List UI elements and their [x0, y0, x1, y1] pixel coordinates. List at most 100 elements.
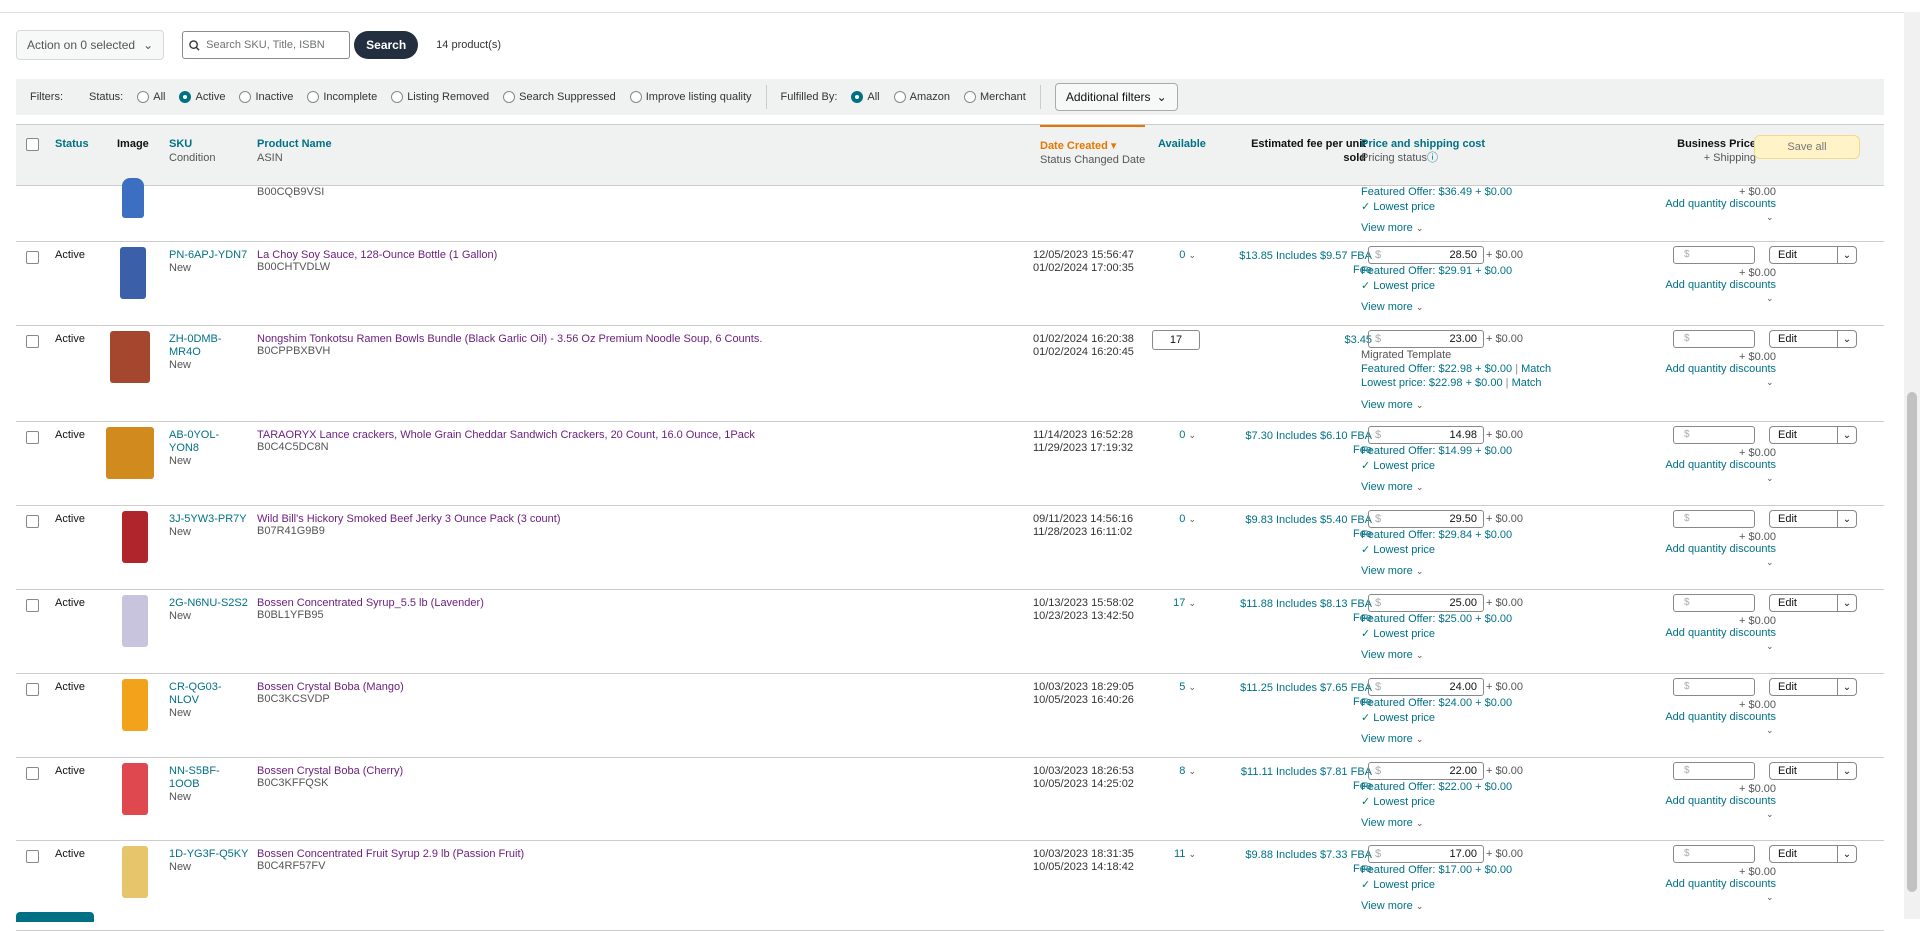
row-checkbox[interactable]	[26, 335, 39, 348]
business-price-input[interactable]: $	[1673, 330, 1755, 348]
add-quantity-discounts[interactable]: Add quantity discounts	[1616, 795, 1776, 807]
match-link[interactable]: Match	[1512, 377, 1542, 389]
product-name-link[interactable]: Nongshim Tonkotsu Ramen Bowls Bundle (Bl…	[257, 333, 1037, 345]
status-option-incomplete[interactable]: Incomplete	[301, 91, 377, 104]
bottom-button[interactable]	[16, 912, 94, 922]
sku-link[interactable]: CR-QG03-NLOV	[169, 681, 249, 707]
chevron-down-icon[interactable]: ⌄	[1837, 511, 1856, 527]
sku-link[interactable]: NN-S5BF-1OOB	[169, 765, 249, 791]
product-image[interactable]	[122, 763, 148, 815]
business-price-input[interactable]: $	[1673, 510, 1755, 528]
sku-link[interactable]: ZH-0DMB-MR4O	[169, 333, 249, 359]
view-more-link[interactable]: View more ⌄	[1361, 565, 1423, 577]
add-quantity-discounts[interactable]: Add quantity discounts	[1616, 627, 1776, 639]
chevron-down-icon[interactable]: ⌄	[1766, 641, 1774, 652]
info-icon[interactable]: ⓘ	[1427, 152, 1438, 164]
bulk-action-dropdown[interactable]: Action on 0 selected ⌄	[16, 30, 165, 60]
header-sku[interactable]: SKU Condition	[169, 137, 215, 165]
price-input[interactable]: $17.00	[1368, 845, 1484, 863]
product-name-link[interactable]: Wild Bill's Hickory Smoked Beef Jerky 3 …	[257, 513, 1037, 525]
price-input[interactable]: $22.00	[1368, 762, 1484, 780]
price-input[interactable]: $28.50	[1368, 246, 1484, 264]
edit-button[interactable]: Edit ⌄	[1769, 246, 1857, 264]
edit-button[interactable]: Edit ⌄	[1769, 594, 1857, 612]
chevron-down-icon[interactable]: ⌄	[1837, 331, 1856, 347]
sku-link[interactable]: 1D-YG3F-Q5KY	[169, 848, 249, 861]
view-more-link[interactable]: View more ⌄	[1361, 733, 1423, 745]
available-dropdown[interactable]: 8 ⌄	[1156, 765, 1196, 777]
edit-button[interactable]: Edit ⌄	[1769, 510, 1857, 528]
edit-button[interactable]: Edit ⌄	[1769, 426, 1857, 444]
chevron-down-icon[interactable]: ⌄	[1837, 763, 1856, 779]
chevron-down-icon[interactable]: ⌄	[1837, 595, 1856, 611]
header-date-created[interactable]: Date Created ▾ Status Changed Date	[1040, 125, 1146, 167]
product-image[interactable]	[106, 427, 154, 479]
available-input[interactable]: 17	[1152, 330, 1200, 350]
fulfilled-option-all[interactable]: All	[845, 91, 880, 104]
business-price-input[interactable]: $	[1673, 845, 1755, 863]
price-input[interactable]: $14.98	[1368, 426, 1484, 444]
row-checkbox[interactable]	[26, 850, 39, 863]
chevron-down-icon[interactable]: ⌄	[1766, 557, 1774, 568]
business-price-input[interactable]: $	[1673, 594, 1755, 612]
product-image[interactable]	[122, 595, 148, 647]
status-option-active[interactable]: Active	[173, 91, 225, 104]
view-more-link[interactable]: View more ⌄	[1361, 222, 1423, 234]
available-dropdown[interactable]: 0 ⌄	[1156, 513, 1196, 525]
available-dropdown[interactable]: 0 ⌄	[1156, 249, 1196, 261]
status-option-inactive[interactable]: Inactive	[233, 91, 293, 104]
sku-link[interactable]: 3J-5YW3-PR7Y	[169, 513, 249, 526]
business-price-input[interactable]: $	[1673, 678, 1755, 696]
search-button[interactable]: Search	[354, 31, 419, 59]
match-link[interactable]: Match	[1521, 363, 1551, 375]
price-input[interactable]: $25.00	[1368, 594, 1484, 612]
row-checkbox[interactable]	[26, 515, 39, 528]
product-image[interactable]	[120, 247, 146, 299]
view-more-link[interactable]: View more ⌄	[1361, 817, 1423, 829]
fulfilled-option-merchant[interactable]: Merchant	[958, 91, 1026, 104]
save-all-button[interactable]: Save all	[1754, 135, 1860, 159]
available-dropdown[interactable]: 5 ⌄	[1156, 681, 1196, 693]
row-checkbox[interactable]	[26, 767, 39, 780]
header-product-name[interactable]: Product Name ASIN	[257, 137, 332, 165]
product-image[interactable]	[122, 679, 148, 731]
chevron-down-icon[interactable]: ⌄	[1766, 809, 1774, 820]
add-quantity-discounts[interactable]: Add quantity discounts	[1616, 198, 1776, 210]
view-more-link[interactable]: View more ⌄	[1361, 399, 1423, 411]
chevron-down-icon[interactable]: ⌄	[1837, 846, 1856, 862]
status-option-improve-quality[interactable]: Improve listing quality	[624, 91, 752, 104]
search-input[interactable]: Search SKU, Title, ISBN	[182, 31, 351, 59]
product-name-link[interactable]: Bossen Crystal Boba (Cherry)	[257, 765, 1037, 777]
chevron-down-icon[interactable]: ⌄	[1766, 725, 1774, 736]
product-name-link[interactable]: Bossen Concentrated Syrup_5.5 lb (Lavend…	[257, 597, 1037, 609]
add-quantity-discounts[interactable]: Add quantity discounts	[1616, 878, 1776, 890]
sku-link[interactable]: 2G-N6NU-S2S2	[169, 597, 249, 610]
product-image[interactable]	[122, 511, 148, 563]
add-quantity-discounts[interactable]: Add quantity discounts	[1616, 543, 1776, 555]
add-quantity-discounts[interactable]: Add quantity discounts	[1616, 363, 1776, 375]
scrollbar-thumb[interactable]	[1907, 392, 1917, 892]
edit-button[interactable]: Edit ⌄	[1769, 762, 1857, 780]
business-price-input[interactable]: $	[1673, 762, 1755, 780]
product-name-link[interactable]: TARAORYX Lance crackers, Whole Grain Che…	[257, 429, 1037, 441]
edit-button[interactable]: Edit ⌄	[1769, 845, 1857, 863]
row-checkbox[interactable]	[26, 431, 39, 444]
product-name-link[interactable]: Bossen Concentrated Fruit Syrup 2.9 lb (…	[257, 848, 1037, 860]
edit-button[interactable]: Edit ⌄	[1769, 678, 1857, 696]
additional-filters-button[interactable]: Additional filters ⌄	[1054, 83, 1178, 111]
chevron-down-icon[interactable]: ⌄	[1766, 473, 1774, 484]
status-option-search-suppressed[interactable]: Search Suppressed	[497, 91, 616, 104]
row-checkbox[interactable]	[26, 251, 39, 264]
view-more-link[interactable]: View more ⌄	[1361, 481, 1423, 493]
business-price-input[interactable]: $	[1673, 246, 1755, 264]
sku-link[interactable]: AB-0YOL-YON8	[169, 429, 249, 455]
header-status[interactable]: Status	[55, 137, 89, 151]
sku-link[interactable]: PN-6APJ-YDN7	[169, 249, 249, 262]
scrollbar[interactable]	[1904, 12, 1920, 919]
status-option-all[interactable]: All	[131, 91, 165, 104]
view-more-link[interactable]: View more ⌄	[1361, 301, 1423, 313]
available-dropdown[interactable]: 17 ⌄	[1156, 597, 1196, 609]
product-name-link[interactable]: La Choy Soy Sauce, 128-Ounce Bottle (1 G…	[257, 249, 1037, 261]
view-more-link[interactable]: View more ⌄	[1361, 649, 1423, 661]
chevron-down-icon[interactable]: ⌄	[1766, 377, 1774, 388]
